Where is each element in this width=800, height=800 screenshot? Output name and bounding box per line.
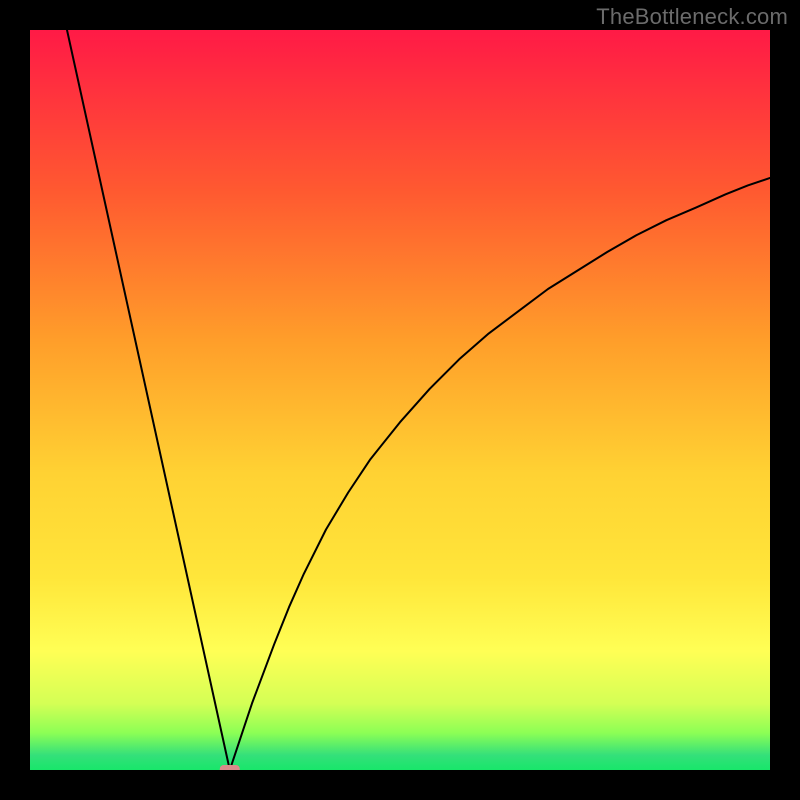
gradient-background bbox=[30, 30, 770, 770]
plot-area bbox=[30, 30, 770, 770]
minimum-marker bbox=[220, 765, 240, 770]
watermark-text: TheBottleneck.com bbox=[596, 4, 788, 30]
chart-container: TheBottleneck.com bbox=[0, 0, 800, 800]
chart-svg bbox=[30, 30, 770, 770]
